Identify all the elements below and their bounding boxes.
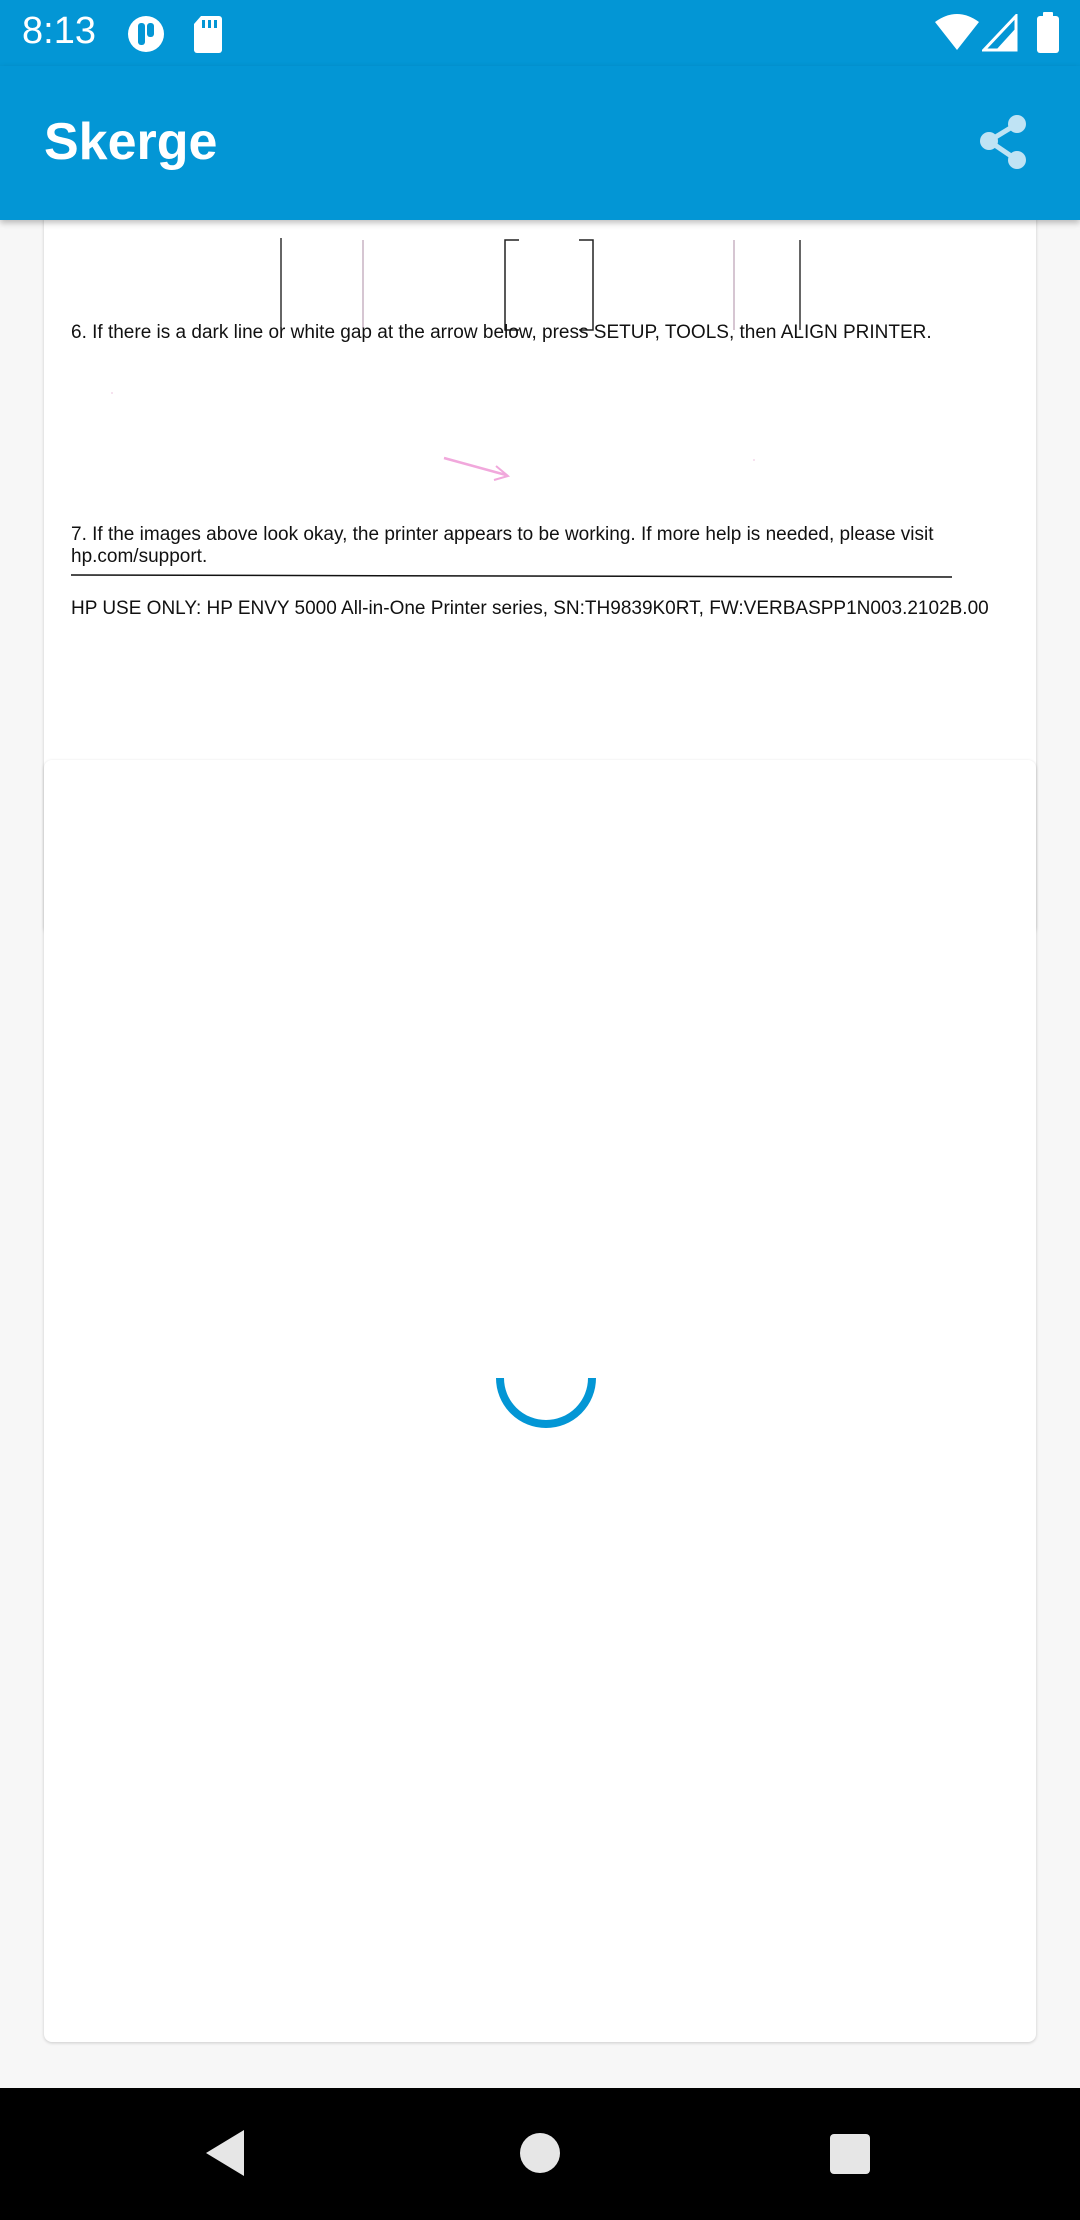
document-footer: HP USE ONLY: HP ENVY 5000 All-in-One Pri… bbox=[71, 598, 989, 619]
page-list[interactable]: 6. If there is a dark line or white gap … bbox=[0, 220, 1080, 2088]
sd-card-icon bbox=[192, 14, 224, 54]
back-icon bbox=[206, 2130, 244, 2176]
app-bar: Skerge bbox=[0, 66, 1080, 220]
progress-spinner-icon bbox=[496, 1377, 596, 1428]
navigation-bar bbox=[0, 2088, 1080, 2220]
document-step-7: 7. If the images above look okay, the pr… bbox=[71, 524, 934, 545]
status-time: 8:13 bbox=[22, 10, 96, 52]
recents-button[interactable] bbox=[828, 2132, 872, 2176]
share-button[interactable] bbox=[970, 110, 1036, 176]
signal-icon bbox=[980, 12, 1018, 52]
recents-icon bbox=[830, 2134, 870, 2174]
status-bar: 8:13 bbox=[0, 0, 1080, 66]
wifi-icon bbox=[934, 14, 980, 52]
app-title: Skerge bbox=[44, 113, 218, 171]
document-step-7-link: hp.com/support. bbox=[71, 546, 208, 567]
home-button[interactable] bbox=[519, 2132, 561, 2174]
battery-icon bbox=[1036, 12, 1060, 54]
loading-page-card[interactable] bbox=[44, 760, 1036, 2042]
back-button[interactable] bbox=[200, 2128, 250, 2178]
alignment-test-pattern bbox=[70, 238, 953, 578]
document-step-6: 6. If there is a dark line or white gap … bbox=[71, 322, 932, 343]
home-icon bbox=[520, 2133, 560, 2173]
share-icon bbox=[980, 115, 1026, 169]
app-notification-icon bbox=[126, 14, 166, 54]
